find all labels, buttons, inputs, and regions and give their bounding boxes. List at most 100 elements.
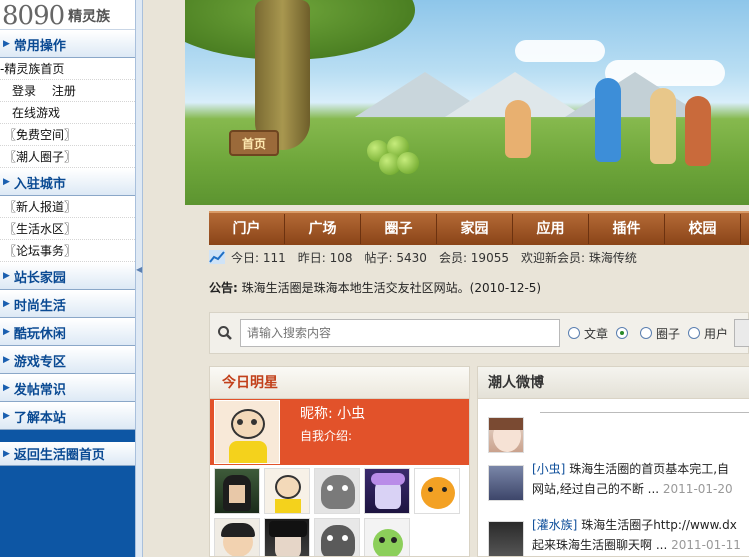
weibo-user[interactable]: [灌水族] xyxy=(532,518,577,532)
search-option-label: 文章 xyxy=(584,326,609,341)
star-profile: 昵称: 小虫 自我介绍: xyxy=(210,399,469,465)
nav-tab[interactable]: 校园 xyxy=(665,214,741,244)
sidebar-section-header[interactable]: ▶ 酷玩休闲 xyxy=(0,318,135,346)
search-option[interactable]: 文章 xyxy=(568,325,608,342)
sidebar-link[interactable]: 〖新人报道〗 xyxy=(0,196,135,218)
sidebar-link[interactable]: -精灵族首页 xyxy=(0,58,135,80)
back-home-label: 返回生活圈首页 xyxy=(13,448,105,463)
sidebar-sublist: -精灵族首页 登录 注册 在线游戏 〖免费空间〗 〖潮人圈子〗 xyxy=(0,58,135,168)
sidebar-section-title: 入驻城市 xyxy=(13,176,66,192)
kid-figure xyxy=(650,88,676,164)
sidebar-section-title: 游戏专区 xyxy=(13,354,66,370)
arrow-right-icon: ▶ xyxy=(3,299,10,309)
stat-welcome[interactable]: 欢迎新会员: 珠海传统 xyxy=(521,249,637,266)
weibo-avatar[interactable] xyxy=(488,417,524,453)
sidebar-section-header[interactable]: ▶ 了解本站 xyxy=(0,402,135,430)
search-option-label: 圈子 xyxy=(656,326,681,341)
search-bar: 文章 圈子 用户 xyxy=(209,312,749,354)
member-avatar-grid xyxy=(210,465,469,556)
weibo-content[interactable]: 网站,经过自己的不断 ... xyxy=(532,482,659,496)
sidebar-link[interactable]: 〖论坛事务〗 xyxy=(0,240,135,262)
sidebar-section-header[interactable]: ▶ 时尚生活 xyxy=(0,290,135,318)
search-type-options: 文章 圈子 用户 xyxy=(560,325,728,342)
sidebar-link[interactable]: 〖潮人圈子〗 xyxy=(0,146,135,168)
weibo-time: 2011-01-11 xyxy=(671,538,741,552)
collapse-arrow-icon[interactable]: ◀ xyxy=(136,265,142,274)
logo-number: 8090 xyxy=(2,1,65,31)
star-avatar[interactable] xyxy=(214,400,280,464)
sidebar-section-title: 了解本站 xyxy=(13,410,66,426)
nav-tab[interactable]: 圈子 xyxy=(361,214,437,244)
sidebar-link[interactable]: 登录 注册 xyxy=(0,80,135,102)
back-home-link[interactable]: ▶ 返回生活圈首页 xyxy=(0,442,135,466)
nav-tab[interactable]: 广场 xyxy=(285,214,361,244)
weibo-user[interactable]: [小虫] xyxy=(532,462,565,476)
kid-figure xyxy=(505,100,531,158)
announcement-label: 公告: xyxy=(209,281,238,295)
weibo-content[interactable]: 起来珠海生活圈聊天啊 ... xyxy=(532,538,667,552)
weibo-entry: [小虫] 珠海生活圈的首页基本完工,自网站,经过自己的不断 ... 2011-0… xyxy=(488,459,749,503)
nav-tab[interactable]: 插件 xyxy=(589,214,665,244)
radio-button[interactable] xyxy=(568,327,580,339)
sidebar-section-header[interactable]: ▶ 站长家园 xyxy=(0,262,135,290)
sidebar-link[interactable]: 〖免费空间〗 xyxy=(0,124,135,146)
sidebar-section-header[interactable]: ▶ 发帖常识 xyxy=(0,374,135,402)
search-option[interactable]: 圈子 xyxy=(640,325,680,342)
sidebar-sublist: 〖新人报道〗 〖生活水区〗 〖论坛事务〗 xyxy=(0,196,135,262)
weibo-title: 潮人微博 xyxy=(478,367,749,399)
sidebar-link[interactable]: 〖生活水区〗 xyxy=(0,218,135,240)
arrow-right-icon: ▶ xyxy=(3,411,10,421)
trendy-weibo-panel: 潮人微博 [小虫] 珠海生活圈的首页基本完工,自网站,经过自己的不断 ... 2… xyxy=(477,366,749,557)
search-option[interactable] xyxy=(616,325,632,342)
sidebar-sections: ▶ 常用操作 -精灵族首页 登录 注册 在线游戏 〖免费空间〗 〖潮人圈子〗 ▶ 入驻城市 〖新人… xyxy=(0,30,135,430)
sidebar-section-header[interactable]: ▶ 常用操作 xyxy=(0,30,135,58)
sidebar-splitter[interactable]: ◀ xyxy=(135,0,143,557)
radio-button[interactable] xyxy=(616,327,629,339)
arrow-right-icon: ▶ xyxy=(3,383,10,393)
today-star-title: 今日明星 xyxy=(210,367,469,399)
weibo-line: 起来珠海生活圈聊天啊 ... 2011-01-11 xyxy=(532,535,741,555)
member-avatar[interactable] xyxy=(364,518,410,556)
home-sign-button[interactable]: 首页 xyxy=(229,130,279,156)
sidebar-section-header[interactable]: ▶ 入驻城市 xyxy=(0,168,135,196)
radio-button[interactable] xyxy=(640,327,653,339)
stat-yesterday: 昨日: 108 xyxy=(297,250,353,265)
nav-tab[interactable]: 家园 xyxy=(437,214,513,244)
kid-figure xyxy=(595,78,621,162)
cloud xyxy=(515,40,605,62)
arrow-right-icon: ▶ xyxy=(3,39,10,49)
member-avatar[interactable] xyxy=(264,518,310,556)
site-logo[interactable]: 8090 精灵族 xyxy=(0,0,135,30)
announcement-text[interactable]: 珠海生活圈是珠海本地生活交友社区网站。(2010-12-5) xyxy=(242,281,541,295)
member-avatar[interactable] xyxy=(364,468,410,514)
sidebar-section-header[interactable]: ▶ 游戏专区 xyxy=(0,346,135,374)
search-option[interactable]: 用户 xyxy=(688,325,728,342)
member-avatar[interactable] xyxy=(314,468,360,514)
star-nickname[interactable]: 昵称: 小虫 xyxy=(300,403,365,423)
member-avatar[interactable] xyxy=(264,468,310,514)
nav-tab[interactable]: 应用 xyxy=(513,214,589,244)
sidebar-link[interactable]: 在线游戏 xyxy=(0,102,135,124)
radio-button[interactable] xyxy=(688,327,701,339)
member-avatar[interactable] xyxy=(214,518,260,556)
member-avatar[interactable] xyxy=(214,468,260,514)
arrow-right-icon: ▶ xyxy=(3,327,10,337)
search-input[interactable] xyxy=(240,319,560,347)
forum-stats: 今日: 111 昨日: 108 帖子: 5430 会员: 19055 欢迎新会员… xyxy=(209,248,637,266)
weibo-time: 2011-01-20 xyxy=(662,482,733,496)
arrow-right-icon: ▶ xyxy=(3,355,10,365)
stat-members: 会员: 19055 xyxy=(438,250,509,265)
apple xyxy=(397,152,419,174)
member-avatar[interactable] xyxy=(414,468,460,514)
search-button[interactable] xyxy=(734,319,749,347)
stat-today: 今日: 111 xyxy=(231,250,286,265)
weibo-avatar[interactable] xyxy=(488,521,524,556)
member-avatar[interactable] xyxy=(314,518,360,556)
nav-tab[interactable]: 门户 xyxy=(209,214,285,244)
weibo-avatar[interactable] xyxy=(488,465,524,501)
logo-text: 精灵族 xyxy=(68,9,111,25)
sidebar-section-title: 酷玩休闲 xyxy=(13,326,66,342)
weibo-content[interactable]: 珠海生活圈子http://www.dx xyxy=(581,518,737,532)
weibo-content[interactable]: 珠海生活圈的首页基本完工,自 xyxy=(569,462,729,476)
stat-posts: 帖子: 5430 xyxy=(364,250,427,265)
